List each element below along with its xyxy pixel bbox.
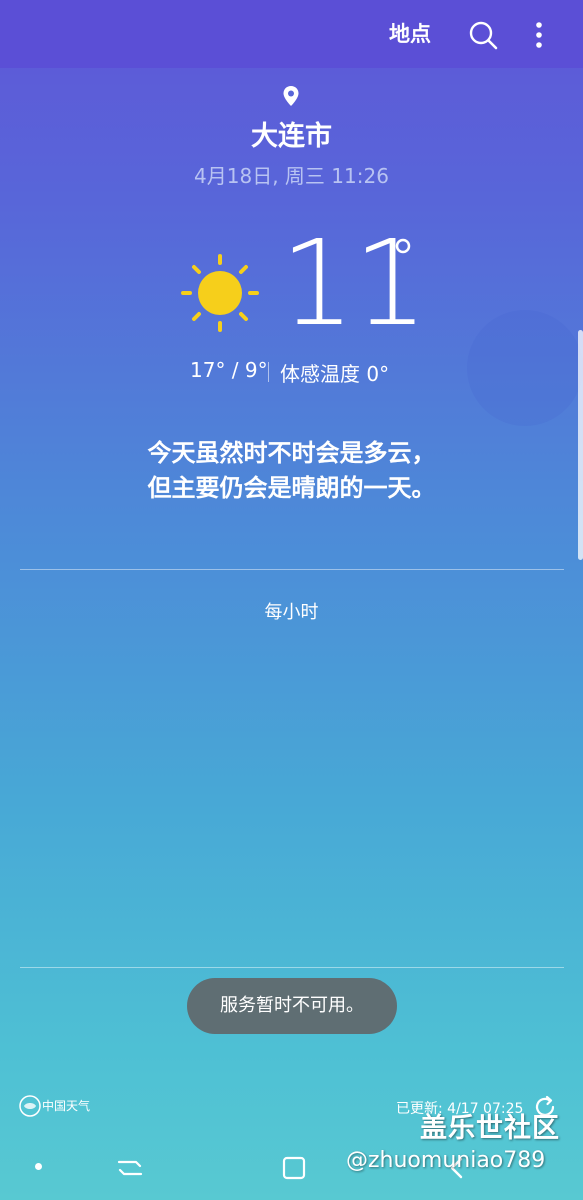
city-name: 大连市	[251, 121, 332, 152]
sun-icon	[181, 254, 259, 332]
watermark-handle: @zhuomuniao789	[346, 1148, 546, 1173]
stat-divider	[268, 362, 269, 382]
search-button[interactable]	[466, 18, 500, 52]
locations-button[interactable]: 地点	[380, 16, 440, 52]
search-icon	[469, 21, 498, 50]
summary-line-1: 今天虽然时不时会是多云，	[147, 439, 436, 467]
weather-summary: 今天虽然时不时会是多云， 但主要仍会是晴朗的一天。	[0, 436, 583, 506]
provider-name: 中国天气	[42, 1099, 91, 1113]
degree-sign	[395, 238, 411, 254]
more-vertical-icon	[536, 22, 542, 48]
watermark-community: 盖乐世社区	[420, 1113, 560, 1144]
current-datetime: 4月18日, 周三 11:26	[194, 164, 389, 188]
location-pin-icon	[283, 86, 299, 106]
high-low-temperature: 17° / 9°	[190, 358, 268, 382]
top-app-bar: 地点	[0, 0, 583, 68]
edge-panel-indicator[interactable]	[467, 310, 583, 426]
section-divider-bottom	[20, 967, 564, 968]
nav-hide-dot[interactable]	[35, 1163, 42, 1170]
summary-line-2: 但主要仍会是晴朗的一天。	[147, 474, 436, 502]
hourly-section-title: 每小时	[264, 602, 319, 623]
section-divider-top	[20, 569, 564, 570]
provider-logo-icon	[19, 1095, 41, 1117]
recents-icon[interactable]	[116, 1154, 144, 1182]
weather-screen: 地点 大连市 4月18日, 周三 11:26 11 17° / 9° 体感温度 …	[0, 0, 583, 1200]
more-options-button[interactable]	[526, 18, 552, 52]
feels-like-temperature: 体感温度 0°	[280, 362, 390, 386]
edge-panel-handle[interactable]	[578, 330, 583, 560]
home-icon[interactable]	[280, 1154, 308, 1182]
toast-message: 服务暂时不可用。	[187, 978, 397, 1034]
